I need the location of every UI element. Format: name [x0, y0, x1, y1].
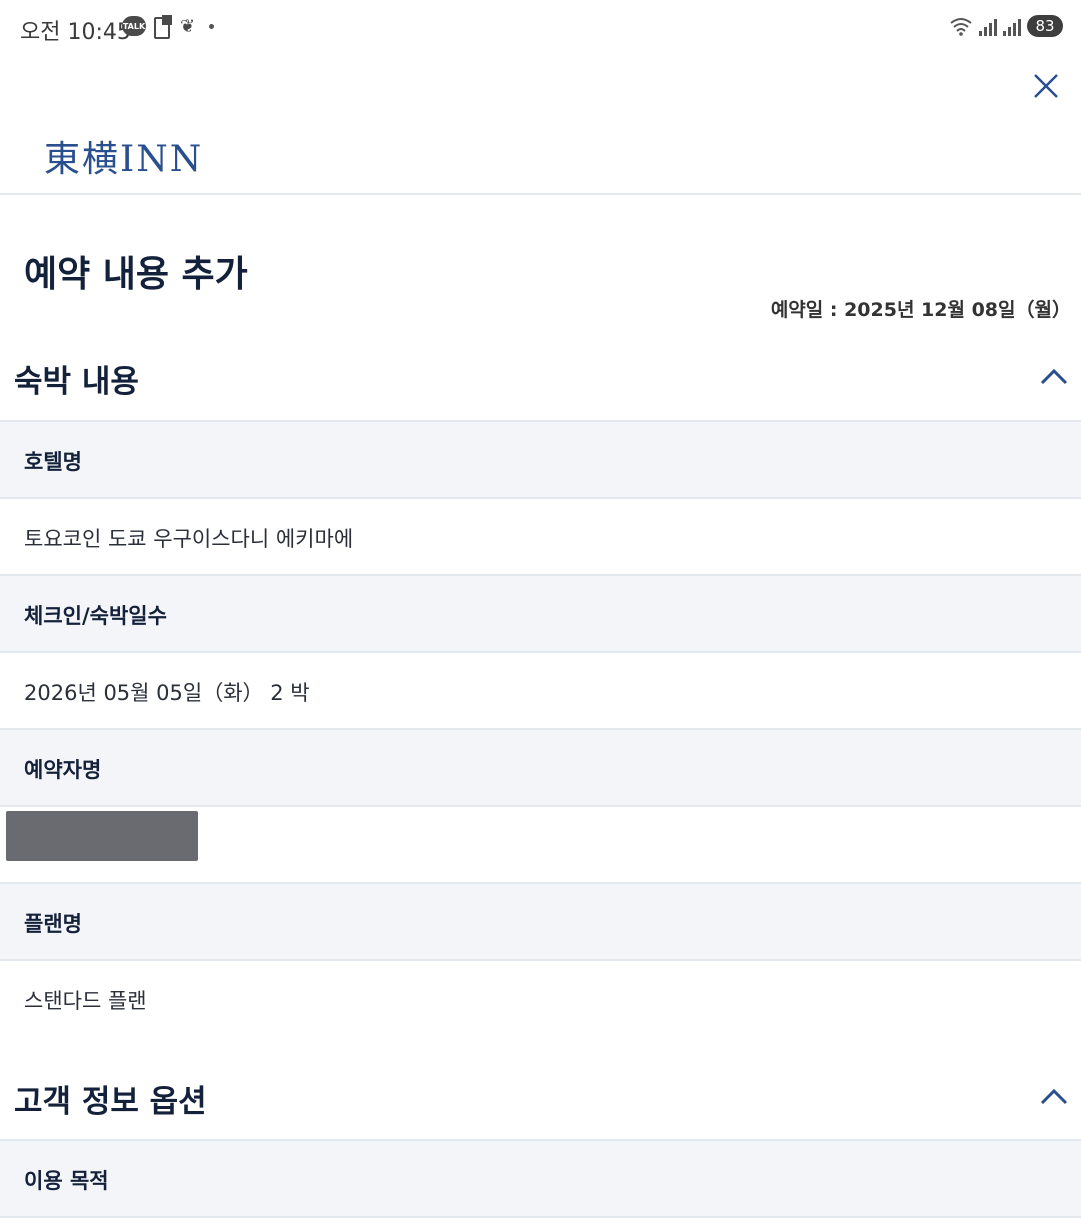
booking-date: 예약일 : 2025년 12월 08일（월）: [770, 299, 1071, 321]
system-icons: 83: [949, 15, 1063, 37]
more-notifications-dot-icon: [209, 23, 215, 29]
kakaotalk-icon: TALK: [122, 16, 146, 36]
page-title: 예약 내용 추가: [24, 254, 248, 295]
usage-purpose-label-row: 이용 목적: [0, 1141, 1081, 1218]
hotel-name-value: 토요코인 도쿄 우구이스다니 에키마에: [24, 527, 354, 551]
notification-icons: TALK ❦: [122, 15, 215, 39]
signal-icon-2: [1003, 16, 1021, 36]
signal-icon: [979, 16, 997, 36]
guest-name-label: 예약자명: [24, 758, 102, 782]
toyoko-inn-logo: 東横INN: [44, 139, 204, 180]
hotel-name-label-row: 호텔명: [0, 422, 1081, 499]
chevron-up-icon[interactable]: [1039, 1086, 1069, 1106]
checkin-label: 체크인/숙박일수: [24, 604, 167, 628]
stay-section-header[interactable]: 숙박 내용: [0, 338, 1081, 408]
customer-section-title: 고객 정보 옵션: [14, 1084, 207, 1120]
plan-name-value: 스탠다드 플랜: [24, 989, 147, 1013]
customer-section-header[interactable]: 고객 정보 옵션: [0, 1058, 1081, 1128]
plan-name-label-row: 플랜명: [0, 884, 1081, 961]
document-icon: [154, 15, 172, 39]
chevron-up-icon[interactable]: [1039, 366, 1069, 386]
usage-purpose-label: 이용 목적: [24, 1169, 109, 1193]
guest-name-label-row: 예약자명: [0, 730, 1081, 807]
status-bar: 오전 10:45 TALK ❦ 83: [0, 0, 1081, 56]
header-divider: [0, 193, 1081, 195]
butterfly-icon: ❦: [180, 15, 196, 37]
stay-section-title: 숙박 내용: [14, 364, 139, 400]
checkin-value: 2026년 05월 05일（화） 2 박: [24, 681, 310, 705]
redacted-guest-name: [6, 811, 198, 861]
status-time: 오전 10:45: [20, 20, 131, 45]
plan-name-value-row: 스탠다드 플랜: [0, 961, 1081, 1038]
wifi-icon: [950, 18, 972, 36]
checkin-value-row: 2026년 05월 05일（화） 2 박: [0, 653, 1081, 730]
close-icon[interactable]: [1030, 70, 1062, 102]
stay-details-table: 호텔명 토요코인 도쿄 우구이스다니 에키마에 체크인/숙박일수 2026년 0…: [0, 420, 1081, 1038]
checkin-label-row: 체크인/숙박일수: [0, 576, 1081, 653]
guest-name-value-row: [0, 807, 1081, 884]
hotel-name-value-row: 토요코인 도쿄 우구이스다니 에키마에: [0, 499, 1081, 576]
battery-icon: 83: [1027, 15, 1063, 37]
plan-name-label: 플랜명: [24, 912, 82, 936]
hotel-name-label: 호텔명: [24, 450, 82, 474]
customer-options-table: 이용 목적: [0, 1139, 1081, 1218]
